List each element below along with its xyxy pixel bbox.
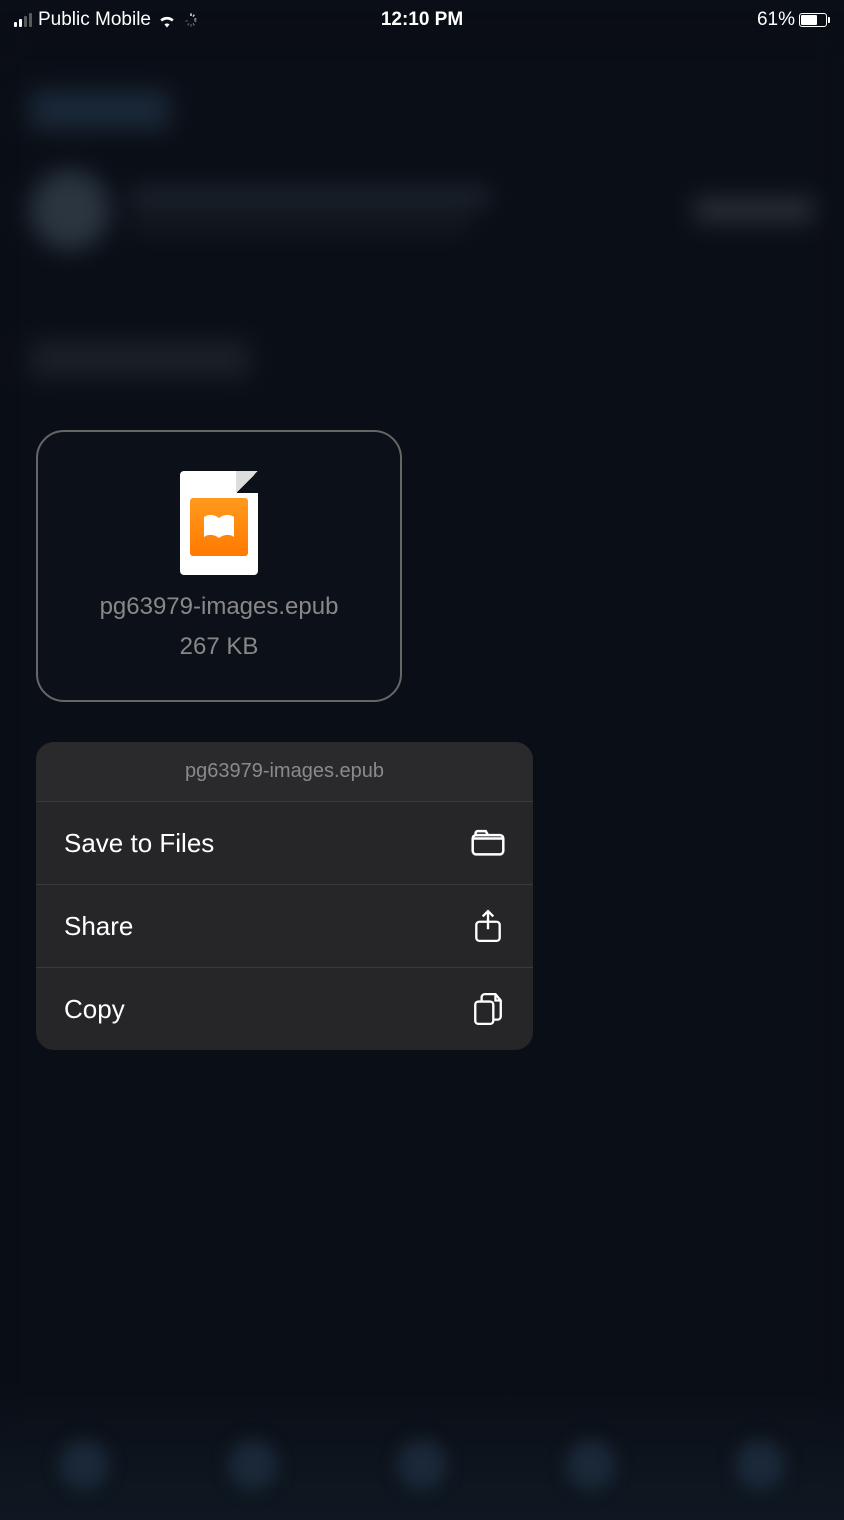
loading-spinner-icon (183, 12, 199, 28)
context-menu-header: pg63979-images.epub (36, 742, 533, 802)
menu-item-share[interactable]: Share (36, 885, 533, 968)
context-menu: pg63979-images.epub Save to Files Share … (36, 742, 533, 1050)
menu-item-save-to-files[interactable]: Save to Files (36, 802, 533, 885)
book-icon (202, 514, 236, 540)
blurred-tab-bar (0, 1380, 844, 1520)
battery-icon (799, 13, 830, 27)
cellular-signal-icon (14, 13, 32, 27)
menu-item-label: Save to Files (64, 828, 214, 859)
status-time: 12:10 PM (381, 9, 463, 31)
attachment-preview-card[interactable]: pg63979-images.epub 267 KB (36, 430, 402, 702)
wifi-icon (157, 12, 177, 28)
attachment-file-size: 267 KB (180, 633, 259, 661)
menu-item-label: Share (64, 911, 133, 942)
battery-percent: 61% (757, 9, 795, 31)
folder-icon (471, 826, 505, 860)
copy-icon (471, 992, 505, 1026)
share-icon (471, 909, 505, 943)
attachment-file-name: pg63979-images.epub (100, 593, 339, 621)
status-right: 61% (757, 9, 830, 31)
carrier-label: Public Mobile (38, 9, 151, 31)
menu-item-copy[interactable]: Copy (36, 968, 533, 1050)
epub-file-icon (180, 471, 258, 575)
menu-item-label: Copy (64, 994, 125, 1025)
status-bar: Public Mobile 12:10 PM 61% (0, 0, 844, 40)
status-left: Public Mobile (14, 9, 199, 31)
